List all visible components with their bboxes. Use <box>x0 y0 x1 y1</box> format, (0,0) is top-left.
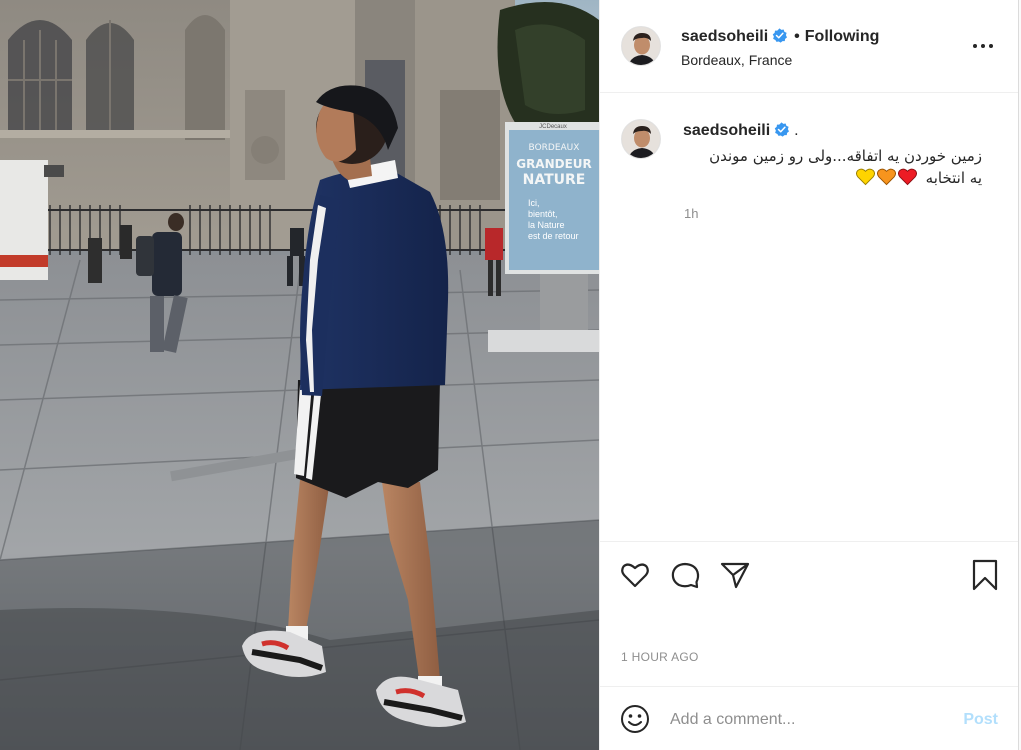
caption-text: زمین خوردن یه اتفاقه...ولی رو زمین موندن… <box>660 145 982 192</box>
post-comment-button[interactable]: Post <box>963 711 998 729</box>
comment-bubble-icon <box>671 562 700 589</box>
header-username[interactable]: saedsoheili <box>681 28 768 45</box>
post-photo[interactable]: JCDecaux BORDEAUX GRANDEUR NATURE Ici, b… <box>0 0 599 750</box>
header-name-row: saedsoheili • Following <box>681 28 879 46</box>
sign-line-4: Ici, <box>528 198 540 208</box>
emoji-picker-button[interactable] <box>620 704 650 734</box>
location-link[interactable]: Bordeaux, France <box>681 52 792 68</box>
caption-name-row: saedsoheili. <box>683 122 799 140</box>
caption-line-2-row: یه انتخابه <box>660 167 982 192</box>
header-separator: • <box>794 28 800 45</box>
sign-line-1: BORDEAUX <box>529 143 580 153</box>
following-button[interactable]: Following <box>805 28 880 45</box>
heart-outline-icon <box>621 563 649 588</box>
post-timestamp[interactable]: 1 HOUR AGO <box>621 650 699 664</box>
paper-plane-icon <box>720 562 750 589</box>
action-bar <box>600 541 1018 610</box>
caption-trailing-dot: . <box>794 122 799 139</box>
sign-line-5: bientôt, <box>528 209 558 219</box>
smiley-icon <box>621 705 649 733</box>
share-button[interactable] <box>719 559 751 591</box>
caption-avatar[interactable] <box>621 119 661 159</box>
caption-verified-badge-icon <box>774 122 790 137</box>
avatar[interactable] <box>621 26 661 66</box>
sign-line-6: la Nature <box>528 220 565 230</box>
like-button[interactable] <box>619 559 651 591</box>
caption-line-1: زمین خوردن یه اتفاقه...ولی رو زمین موندن <box>709 147 982 165</box>
sign-line-7: est de retour <box>528 231 579 241</box>
comment-button[interactable] <box>669 559 701 591</box>
sign-brand: JCDecaux <box>539 124 567 130</box>
post-side-panel: saedsoheili • Following Bordeaux, France <box>599 0 1019 750</box>
yellow-heart-icon <box>855 168 875 192</box>
comment-input[interactable] <box>670 707 940 733</box>
sign-line-2: GRANDEUR <box>516 157 592 171</box>
caption-line-2: یه انتخابه <box>925 169 982 187</box>
caption-avatar-image <box>622 120 660 158</box>
caption-time[interactable]: 1h <box>684 206 698 221</box>
sign-line-3: NATURE <box>523 172 586 188</box>
red-heart-icon <box>897 168 917 192</box>
avatar-image <box>622 27 660 65</box>
instagram-post: JCDecaux BORDEAUX GRANDEUR NATURE Ici, b… <box>0 0 1021 750</box>
comment-bar: Post <box>600 686 1018 750</box>
bookmark-icon <box>972 559 998 591</box>
caption-username[interactable]: saedsoheili <box>683 122 770 139</box>
save-button[interactable] <box>969 559 1001 591</box>
post-header: saedsoheili • Following Bordeaux, France <box>600 0 1018 93</box>
orange-heart-icon <box>876 168 896 192</box>
more-options-icon[interactable] <box>972 38 994 54</box>
verified-badge-icon <box>772 28 788 43</box>
photo-scene: JCDecaux BORDEAUX GRANDEUR NATURE Ici, b… <box>0 0 599 750</box>
